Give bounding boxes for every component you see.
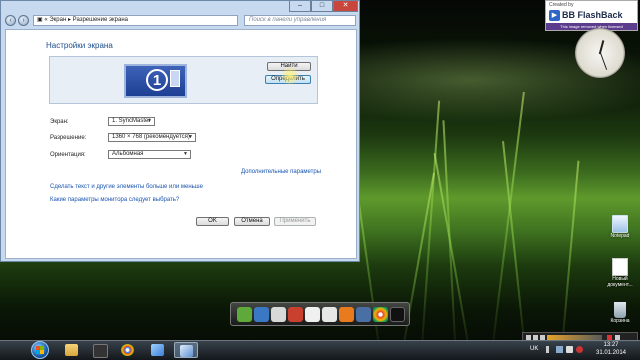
chevron-down-icon: ▼	[147, 118, 152, 124]
chevron-down-icon: ▼	[188, 134, 193, 140]
taskbar-control-panel[interactable]	[174, 342, 198, 358]
breadcrumb-item-screen[interactable]: Экран	[49, 17, 66, 23]
dock-icon-2[interactable]	[254, 307, 269, 322]
taskbar-explorer[interactable]	[60, 342, 84, 358]
desktop-icon-new-document[interactable]: Новый документ...	[603, 258, 637, 288]
resolution-select[interactable]: 1360 × 768 (рекомендуется) ▼	[108, 133, 196, 142]
folder-icon	[65, 344, 78, 356]
maximize-button[interactable]: □	[311, 1, 333, 12]
resolution-label: Разрешение:	[50, 135, 87, 141]
control-panel-icon	[180, 345, 193, 357]
system-clock[interactable]: 13:27 31.01.2014	[586, 341, 636, 357]
flashback-logo-icon: ▶	[549, 10, 560, 21]
close-button[interactable]: ✕	[333, 1, 358, 12]
grass-blade	[400, 172, 435, 360]
dock-icon-7[interactable]	[339, 307, 354, 322]
forward-icon[interactable]: ›	[18, 15, 29, 26]
breadcrumb[interactable]: ▣ « Экран ▸ Разрешение экрана	[33, 15, 238, 26]
volume-icon[interactable]	[566, 346, 573, 353]
title-bar[interactable]: – □ ✕	[1, 1, 359, 13]
dock-icon-8[interactable]	[356, 307, 371, 322]
media-player-icon	[93, 344, 108, 358]
desktop-icon-recycle-bin[interactable]: Корзина	[603, 302, 637, 324]
network-icon[interactable]	[556, 346, 563, 353]
clock-time: 13:27	[603, 342, 619, 348]
cursor-highlight	[281, 67, 299, 85]
back-icon[interactable]: ‹	[5, 15, 16, 26]
chrome-icon	[121, 344, 134, 356]
app-dock	[230, 302, 410, 326]
notepad-icon	[612, 215, 628, 233]
orientation-select[interactable]: Альбомная ▼	[108, 150, 191, 159]
resolution-value: 1360 × 768 (рекомендуется)	[112, 134, 190, 140]
recorder-tray-icon[interactable]	[576, 346, 583, 353]
orientation-value: Альбомная	[112, 151, 144, 157]
grass-blade	[560, 160, 580, 360]
chrome-icon[interactable]	[373, 307, 388, 322]
desktop-icon-label: Notepad	[610, 233, 630, 239]
cancel-button[interactable]: Отмена	[234, 217, 270, 226]
dock-icon-6[interactable]	[322, 307, 337, 322]
document-icon	[612, 258, 628, 276]
address-bar: ‹ › ▣ « Экран ▸ Разрешение экрана Поиск …	[5, 14, 357, 27]
advanced-settings-link[interactable]: Дополнительные параметры	[241, 169, 321, 175]
monitor-help-link[interactable]: Какие параметры монитора следует выбрать…	[50, 197, 179, 203]
clock-minute-hand	[599, 51, 608, 70]
display-value: 1. SyncMaster	[112, 118, 151, 124]
watermark-created-by: Created by	[549, 2, 574, 8]
desktop-icon-label: Корзина	[610, 318, 630, 324]
taskbar-media[interactable]	[88, 342, 112, 358]
desktop-icon-notepad[interactable]: Notepad	[603, 215, 637, 239]
page-title: Настройки экрана	[46, 41, 113, 50]
watermark-brand: BB FlashBack	[562, 10, 623, 20]
grass-blade	[490, 91, 525, 360]
text-size-link[interactable]: Сделать текст и другие элементы больше и…	[50, 184, 203, 190]
dock-icon-1[interactable]	[237, 307, 252, 322]
control-panel-icon: ▣ «	[37, 17, 50, 23]
display-select[interactable]: 1. SyncMaster ▼	[108, 117, 155, 126]
dock-icon-4[interactable]	[288, 307, 303, 322]
chevron-down-icon: ▼	[183, 151, 188, 157]
start-button[interactable]	[31, 341, 49, 359]
ok-button[interactable]: OK	[196, 217, 229, 226]
dock-icon-10[interactable]	[390, 307, 405, 322]
dock-icon-5[interactable]	[305, 307, 320, 322]
minimize-button[interactable]: –	[289, 1, 311, 12]
monitor-taskbar-icon	[170, 70, 180, 87]
apply-button[interactable]: Применить	[274, 217, 316, 226]
desktop-icon-label: Новый документ...	[607, 276, 633, 288]
recycle-bin-icon	[614, 302, 626, 318]
app-icon	[151, 344, 164, 356]
windows-logo-icon	[36, 346, 44, 354]
dock-icon-3[interactable]	[271, 307, 286, 322]
monitor-1-icon[interactable]: 1	[124, 64, 187, 98]
taskbar-app[interactable]	[146, 342, 170, 358]
breadcrumb-item-resolution[interactable]: Разрешение экрана	[73, 17, 128, 23]
monitor-number: 1	[146, 69, 168, 91]
clock-gadget[interactable]	[575, 28, 625, 78]
taskbar-chrome[interactable]	[116, 342, 140, 358]
display-label: Экран:	[50, 119, 69, 125]
clock-date: 31.01.2014	[595, 350, 627, 356]
bb-flashback-watermark: Created by ▶ BB FlashBack This image rem…	[545, 0, 638, 31]
language-indicator[interactable]: UK	[530, 346, 538, 352]
search-input[interactable]: Поиск в панели управления	[244, 15, 356, 26]
orientation-label: Ориентация:	[50, 152, 86, 158]
